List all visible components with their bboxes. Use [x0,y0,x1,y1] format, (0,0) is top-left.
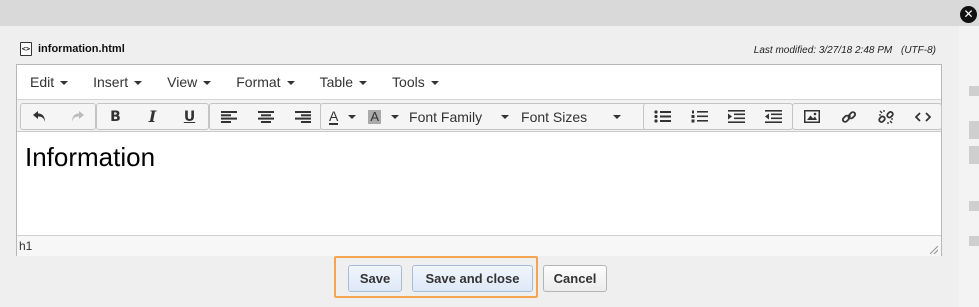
chevron-down-icon [348,114,357,119]
file-encoding: (UTF-8) [901,45,936,56]
link-icon [841,110,856,123]
cancel-button[interactable]: Cancel [543,265,607,292]
chevron-down-icon [203,81,212,86]
menubar: Edit Insert View Format Table Tools [17,65,941,100]
indent-icon [728,110,745,123]
close-dialog-icon[interactable]: ✕ [960,6,977,23]
resize-handle-icon[interactable] [930,246,938,254]
bullet-list-icon [654,110,671,123]
file-header: <> information.html Last modified: 3/27/… [16,37,942,61]
history-group [20,103,96,130]
font-family-select[interactable]: Font Family [403,104,515,129]
chevron-down-icon [430,81,439,86]
alignment-group [209,103,322,130]
align-left-button[interactable] [210,104,247,129]
html-file-icon: <> [20,42,32,56]
remove-link-button[interactable] [867,104,904,129]
undo-button[interactable] [21,104,58,129]
insert-group [792,103,942,130]
redo-button[interactable] [58,104,95,129]
last-modified: Last modified: 3/27/18 2:48 PM [753,45,893,56]
bullet-list-button[interactable] [644,104,681,129]
align-center-button[interactable] [247,104,284,129]
indent-button[interactable] [718,104,755,129]
menu-edit[interactable]: Edit [17,74,80,90]
chevron-down-icon [286,81,295,86]
image-icon [803,110,820,123]
font-sizes-select[interactable]: Font Sizes [515,104,627,129]
source-code-button[interactable] [904,104,941,129]
list-group [643,103,793,130]
bold-button[interactable]: B [97,104,134,129]
align-right-icon [294,110,311,123]
outdent-button[interactable] [755,104,792,129]
insert-link-button[interactable] [830,104,867,129]
undo-icon [32,110,45,122]
background-page-strip [959,26,979,307]
chevron-down-icon [60,81,69,86]
code-icon [914,111,931,122]
text-color-button[interactable]: A [321,104,360,129]
chevron-down-icon [134,81,143,86]
save-and-close-button[interactable]: Save and close [412,265,533,292]
chevron-down-icon [391,114,400,119]
menu-table[interactable]: Table [307,74,379,90]
rich-text-editor: Edit Insert View Format Table Tools B I … [16,64,942,256]
status-bar: h1 [17,235,941,256]
text-style-group: B I U [96,103,209,130]
toolbar: B I U A A Font Family Font Sizes [17,100,942,132]
save-button[interactable]: Save [348,265,402,292]
chevron-down-icon [359,81,368,86]
numbered-list-button[interactable] [681,104,718,129]
unlink-icon [877,109,894,124]
content-heading[interactable]: Information [25,142,155,173]
chevron-down-icon [501,114,510,119]
menu-insert[interactable]: Insert [80,74,154,90]
menu-format[interactable]: Format [223,74,306,90]
numbered-list-icon [691,110,708,123]
align-left-icon [220,110,237,123]
font-group: A A Font Family Font Sizes [320,103,661,130]
menu-tools[interactable]: Tools [379,74,451,90]
align-center-icon [257,110,274,123]
background-color-button[interactable]: A [360,104,403,129]
underline-button[interactable]: U [171,104,208,129]
element-path[interactable]: h1 [19,239,32,253]
text-color-icon: A [329,107,339,125]
editor-content-area[interactable]: Information [17,132,941,234]
align-right-button[interactable] [284,104,321,129]
file-meta: Last modified: 3/27/18 2:48 PM (UTF-8) [748,45,936,56]
outdent-icon [765,110,782,123]
menu-view[interactable]: View [154,74,223,90]
chevron-down-icon [613,114,622,119]
file-name: information.html [38,43,125,55]
italic-button[interactable]: I [134,104,171,129]
redo-icon [71,110,84,122]
background-color-icon: A [368,108,382,124]
insert-image-button[interactable] [793,104,830,129]
